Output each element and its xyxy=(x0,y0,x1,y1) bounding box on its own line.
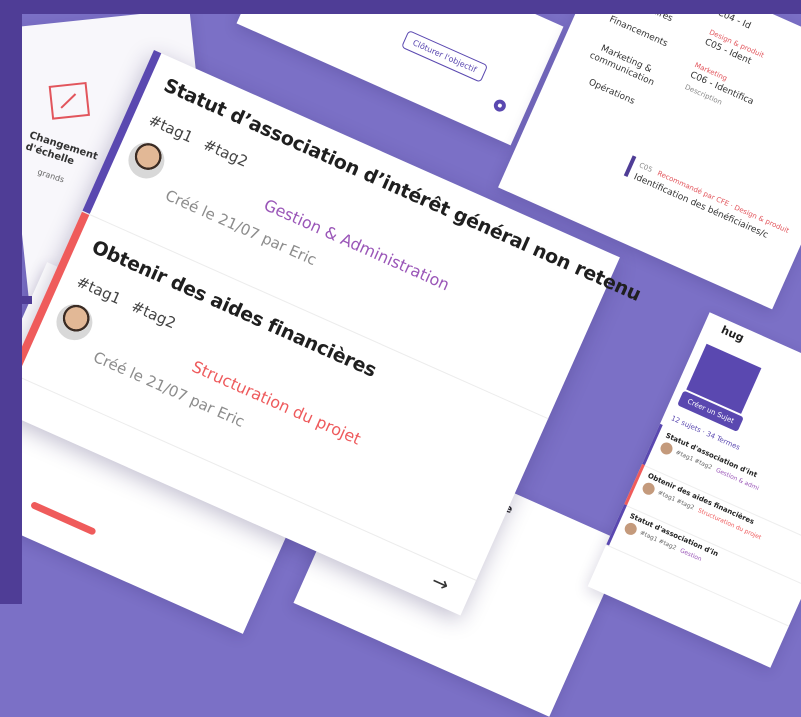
scale-change-subtitle: grands xyxy=(36,167,66,185)
row-accent xyxy=(624,463,645,506)
side-list-card: hug Créer un Sujet 12 sujets · 34 Termes… xyxy=(587,312,801,668)
footer-accent: Recommandé par CFE · Design & produit xyxy=(656,169,791,235)
task-tag[interactable]: #tag2 xyxy=(129,297,179,332)
avatar xyxy=(622,520,639,537)
avatar xyxy=(640,480,657,497)
row-accent xyxy=(642,423,663,466)
scale-chart-icon xyxy=(48,81,91,120)
frame-top-border xyxy=(0,0,801,14)
task-tag[interactable]: #tag1 xyxy=(146,111,196,146)
task-tag[interactable]: #tag2 xyxy=(201,135,251,170)
avatar xyxy=(50,298,99,346)
avatar xyxy=(122,136,171,185)
progress-accent xyxy=(29,500,97,536)
avatar xyxy=(658,440,675,457)
frame-divider xyxy=(0,296,32,304)
footer-prefix: C05 xyxy=(637,161,654,175)
close-objective-button[interactable]: Clôturer l'objectif xyxy=(401,29,489,83)
task-tag[interactable]: #tag1 xyxy=(74,273,124,308)
row-accent xyxy=(606,504,627,546)
arrow-right-icon[interactable]: → xyxy=(428,568,453,597)
footer-text: Identification des bénéficiaires/c xyxy=(632,172,770,241)
radio-dot-icon[interactable] xyxy=(491,97,508,114)
side-list-header: hug xyxy=(719,323,746,345)
